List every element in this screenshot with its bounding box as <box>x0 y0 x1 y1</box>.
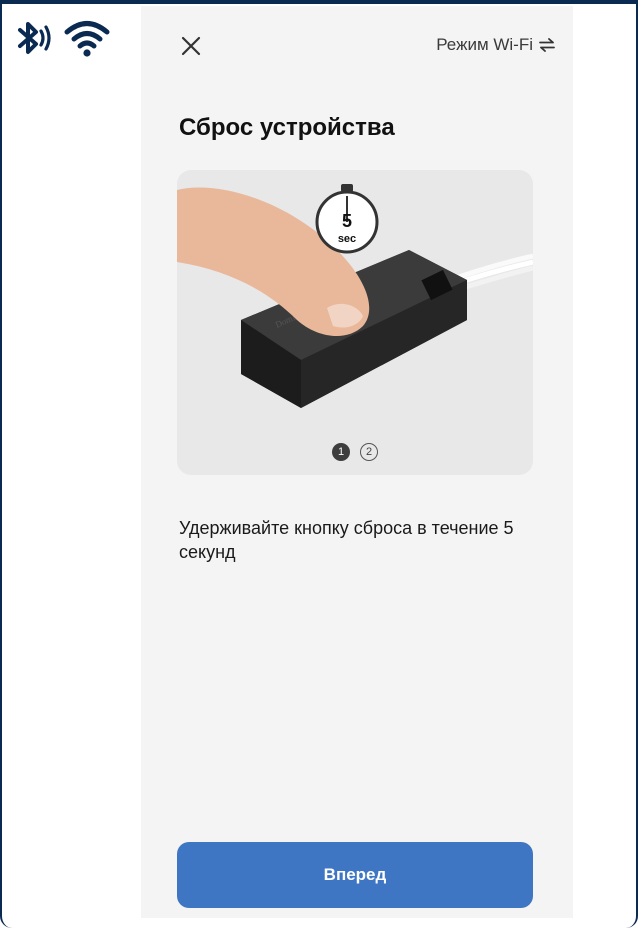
wifi-mode-switch[interactable]: Режим Wi-Fi <box>436 32 555 58</box>
instruction-text: Удерживайте кнопку сброса в течение 5 се… <box>179 518 514 562</box>
app-screen: Режим Wi-Fi Сброс устройства DomRus 5 se… <box>141 6 573 918</box>
close-icon <box>181 36 201 56</box>
reset-illustration: DomRus 5 sec 1 2 <box>177 170 533 475</box>
image-pager: 1 2 <box>177 443 533 461</box>
status-icons <box>16 18 110 63</box>
timer-value: 5 <box>342 211 352 231</box>
device-reset-image: DomRus 5 sec <box>177 184 533 408</box>
next-button[interactable]: Вперед <box>177 842 533 908</box>
bluetooth-icon <box>16 18 54 63</box>
pager-dot-2[interactable]: 2 <box>360 443 378 461</box>
mode-label: Режим Wi-Fi <box>436 35 533 54</box>
timer-unit: sec <box>338 233 356 245</box>
page-title: Сброс устройства <box>179 114 395 141</box>
wifi-icon <box>64 18 110 63</box>
swap-arrows-icon <box>539 38 555 52</box>
pager-dot-1[interactable]: 1 <box>332 443 350 461</box>
close-button[interactable] <box>179 34 203 58</box>
